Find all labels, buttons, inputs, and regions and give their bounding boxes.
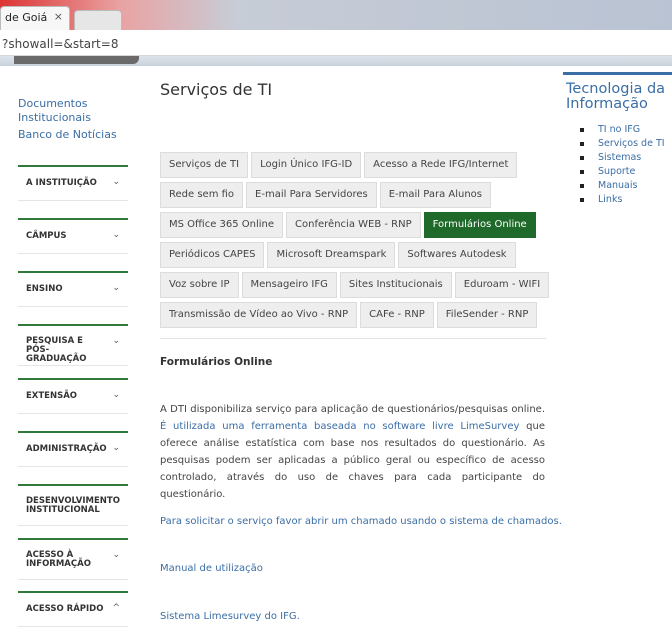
tab-voz-sobre-ip[interactable]: Voz sobre IP (160, 272, 239, 298)
sidebar-item-label: ACESSO RÁPIDO (26, 604, 104, 614)
sidebar-item-administracao[interactable]: ADMINISTRAÇÃO ⌄ (18, 431, 128, 467)
right-sidebar-title: Tecnologia da Informação (566, 81, 666, 112)
chevron-down-icon: ⌄ (112, 230, 120, 240)
manual-link[interactable]: Manual de utilização (160, 563, 263, 574)
tab-sites-institucionais[interactable]: Sites Institucionais (339, 272, 452, 298)
tab-periodicos-capes[interactable]: Periódicos CAPES (160, 242, 265, 268)
tab-microsoft-dreamspark[interactable]: Microsoft Dreamspark (267, 242, 396, 268)
tab-office-365[interactable]: MS Office 365 Online (160, 212, 284, 238)
chevron-down-icon: ⌄ (112, 443, 120, 453)
sidebar-link-documentos[interactable]: Documentos Institucionais (18, 97, 108, 125)
description-paragraph: A DTI disponibiliza serviço para aplicaç… (160, 401, 545, 503)
close-icon[interactable]: × (54, 10, 63, 23)
chevron-down-icon: ⌄ (112, 390, 120, 400)
sidebar-item-label: ADMINISTRAÇÃO (26, 444, 107, 454)
chevron-down-icon: ⌄ (112, 177, 120, 187)
right-link-suporte[interactable]: Suporte (580, 165, 665, 179)
browser-tab-bar: de Goiá × (0, 0, 672, 30)
paragraph-text-end: que oferece análise estatística com base… (160, 421, 545, 500)
tab-filesender-rnp[interactable]: FileSender - RNP (436, 302, 538, 328)
sidebar-item-label: CÂMPUS (26, 231, 67, 241)
tab-acesso-rede[interactable]: Acesso a Rede IFG/Internet (364, 152, 518, 178)
service-tabs: Serviços de TI Login Único IFG-ID Acesso… (160, 152, 550, 332)
right-link-servicos-ti[interactable]: Serviços de TI (580, 137, 665, 151)
tab-mensageiro-ifg[interactable]: Mensageiro IFG (241, 272, 337, 298)
sidebar-item-pesquisa[interactable]: PESQUISA E PÓS-GRADUAÇÃO ⌄ (18, 324, 128, 366)
right-link-ti-no-ifg[interactable]: TI no IFG (580, 123, 665, 137)
sidebar-item-campus[interactable]: CÂMPUS ⌄ (18, 218, 128, 254)
tab-eduroam[interactable]: Eduroam - WIFI (454, 272, 550, 298)
sidebar-item-label: ACESSO À INFORMAÇÃO (26, 550, 91, 569)
sidebar-item-instituicao[interactable]: A INSTITUIÇÃO ⌄ (18, 165, 128, 201)
section-title: Formulários Online (160, 356, 273, 368)
tab-cafe-rnp[interactable]: CAFe - RNP (360, 302, 434, 328)
sidebar-item-label: DESENVOLVIMENTO INSTITUCIONAL (26, 496, 120, 515)
page-title: Serviços de TI (160, 80, 273, 99)
limesurvey-system-link[interactable]: Sistema Limesurvey do IFG. (160, 611, 300, 622)
sidebar-item-ensino[interactable]: ENSINO ⌄ (18, 271, 128, 307)
tab-conferencia-web[interactable]: Conferência WEB - RNP (286, 212, 421, 238)
right-link-links[interactable]: Links (580, 193, 665, 207)
chevron-down-icon: ⌄ (112, 283, 120, 293)
sidebar-item-desenvolvimento[interactable]: DESENVOLVIMENTO INSTITUCIONAL ⌄ (18, 484, 128, 526)
request-service-link[interactable]: Para solicitar o serviço favor abrir um … (160, 516, 562, 527)
chevron-down-icon: ⌄ (112, 336, 120, 346)
tab-email-alunos[interactable]: E-mail Para Alunos (379, 182, 491, 208)
chevron-up-icon: ^ (112, 603, 120, 613)
tab-login-unico[interactable]: Login Único IFG-ID (251, 152, 362, 178)
site-menu-strip (14, 56, 139, 64)
sidebar-item-extensao[interactable]: EXTENSÃO ⌄ (18, 378, 128, 414)
right-link-sistemas[interactable]: Sistemas (580, 151, 665, 165)
sidebar-item-acesso-rapido[interactable]: ACESSO RÁPIDO ^ (18, 591, 128, 627)
tab-formularios-online[interactable]: Formulários Online (423, 212, 536, 238)
tab-servicos-ti[interactable]: Serviços de TI (160, 152, 249, 178)
tab-email-servidores[interactable]: E-mail Para Servidores (246, 182, 377, 208)
chevron-down-icon: ⌄ (112, 496, 120, 506)
right-sidebar-border (563, 72, 672, 75)
sidebar-item-label: EXTENSÃO (26, 391, 78, 401)
sidebar-item-label: ENSINO (26, 284, 63, 294)
limesurvey-description-link[interactable]: É utilizada uma ferramenta baseada no so… (160, 421, 519, 432)
sidebar-item-acesso-informacao[interactable]: ACESSO À INFORMAÇÃO ⌄ (18, 538, 128, 580)
new-tab-button[interactable] (74, 10, 122, 30)
sidebar-item-label: PESQUISA E PÓS-GRADUAÇÃO (26, 336, 87, 364)
tab-transmissao-video[interactable]: Transmissão de Vídeo ao Vivo - RNP (160, 302, 358, 328)
right-link-manuais[interactable]: Manuais (580, 179, 665, 193)
right-sidebar-list: TI no IFG Serviços de TI Sistemas Suport… (580, 123, 665, 207)
address-text: ?showall=&start=8 (2, 37, 119, 51)
content-divider (160, 338, 546, 339)
sidebar-link-banco-noticias[interactable]: Banco de Notícias (18, 128, 117, 142)
address-bar[interactable]: ?showall=&start=8 (0, 30, 672, 56)
tab-softwares-autodesk[interactable]: Softwares Autodesk (398, 242, 516, 268)
chevron-down-icon: ⌄ (112, 550, 120, 560)
paragraph-text-start: A DTI disponibiliza serviço para aplicaç… (160, 404, 545, 415)
tab-rede-sem-fio[interactable]: Rede sem fio (160, 182, 244, 208)
browser-tab-title: de Goiá (5, 11, 48, 24)
browser-tab[interactable]: de Goiá × (0, 6, 70, 30)
sidebar-item-label: A INSTITUIÇÃO (26, 178, 97, 188)
